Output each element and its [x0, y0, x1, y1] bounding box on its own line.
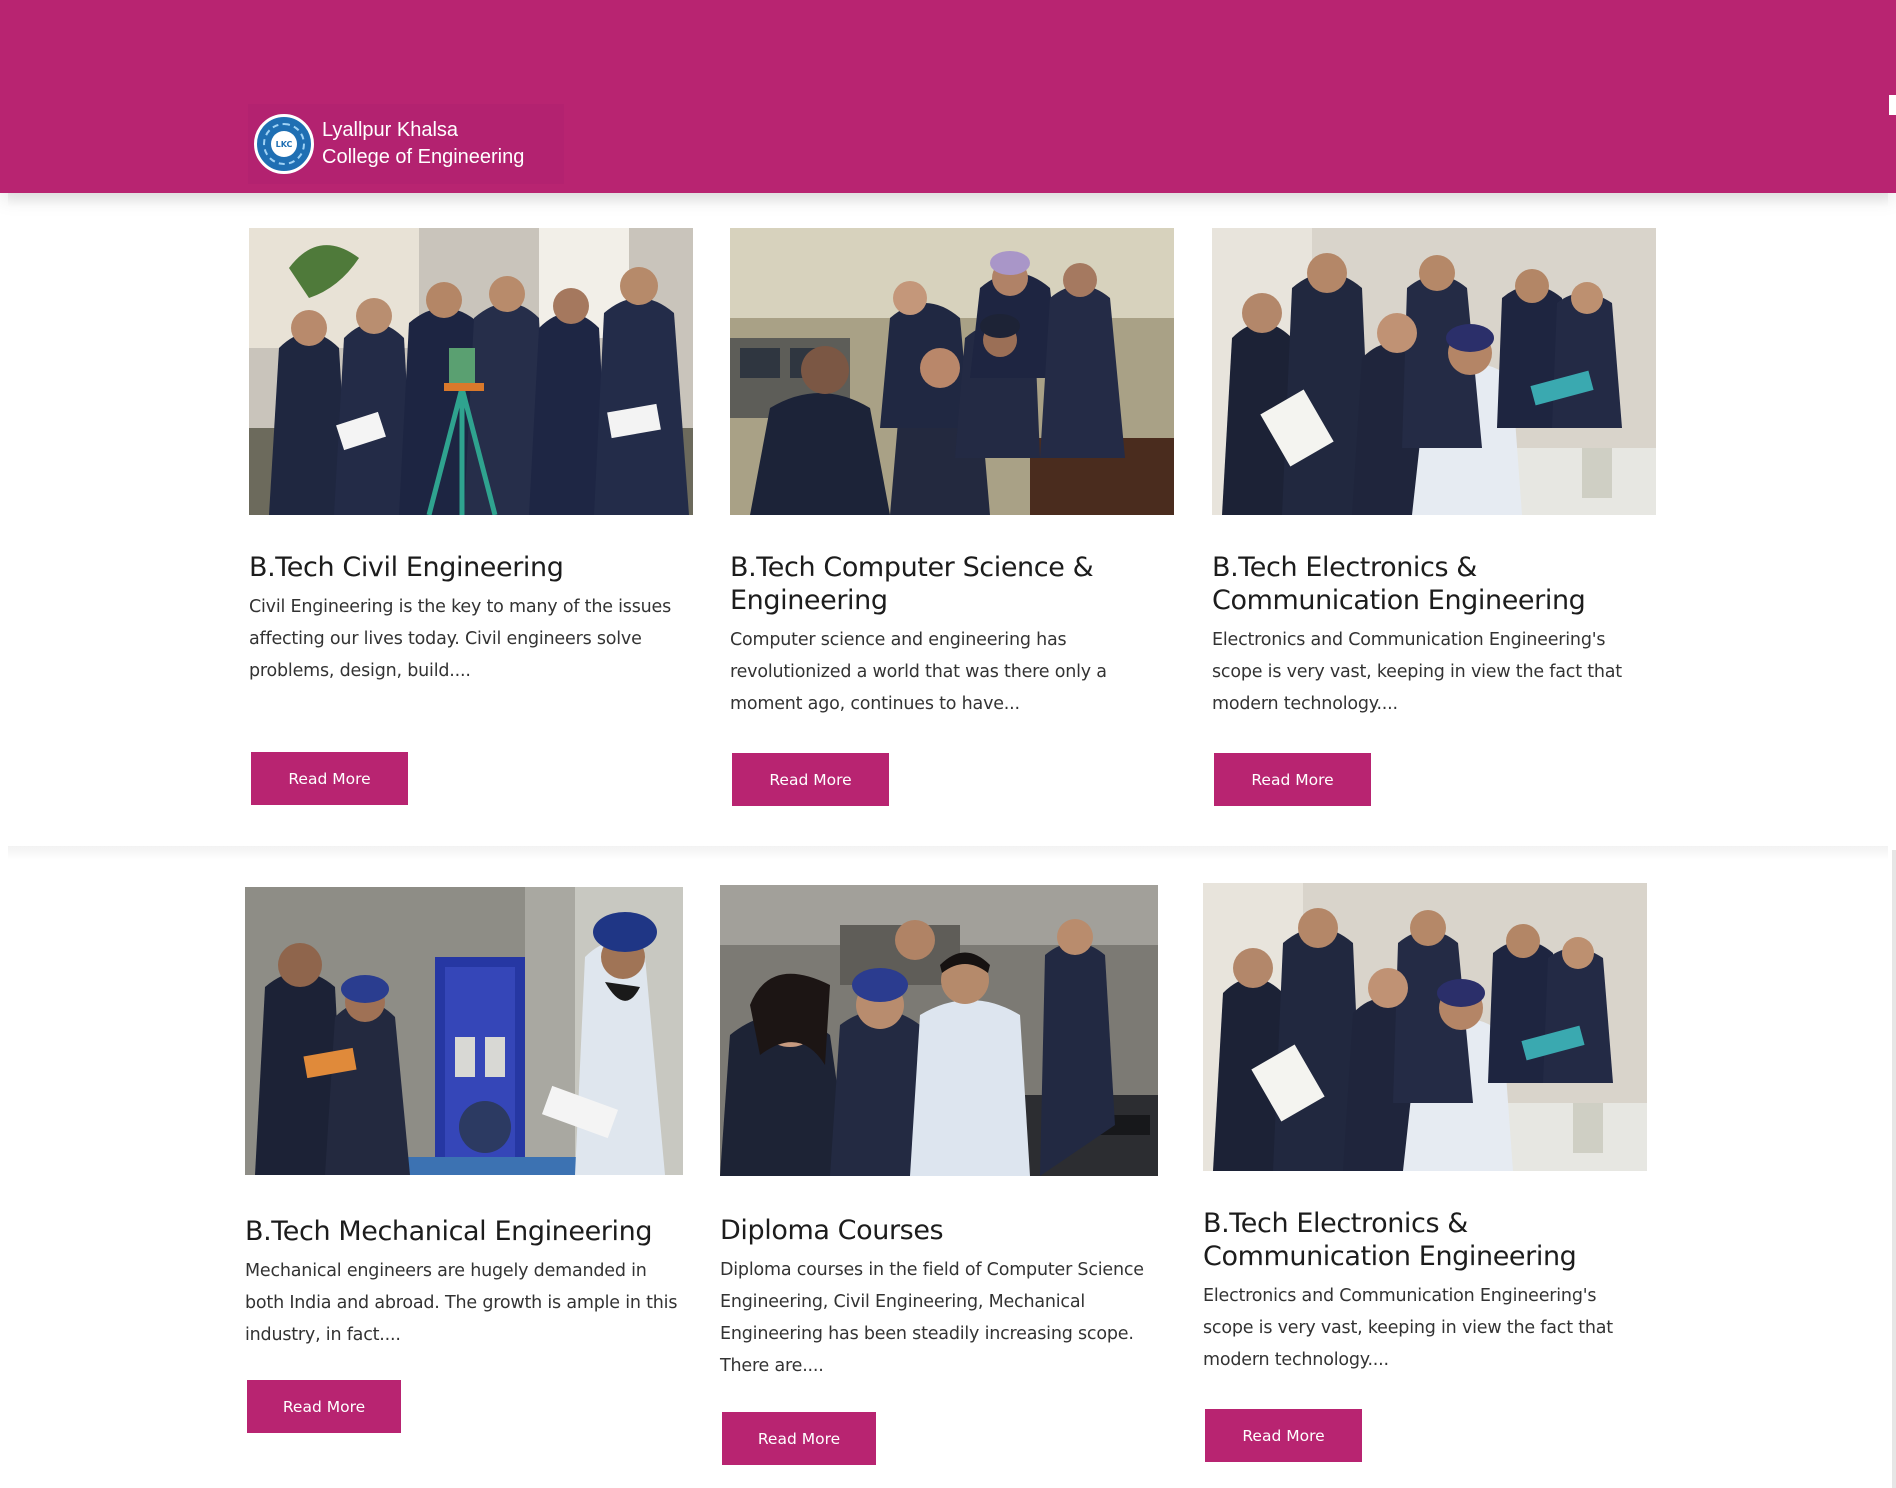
page: LKC Lyallpur Khalsa College of Engineeri…: [0, 0, 1896, 1488]
course-card: B.Tech Electronics & Communication Engin…: [1212, 228, 1656, 720]
read-more-button[interactable]: Read More: [251, 752, 408, 805]
course-description: Mechanical engineers are hugely demanded…: [245, 1261, 678, 1345]
read-more-button[interactable]: Read More: [1214, 753, 1371, 806]
course-photo[interactable]: [249, 228, 693, 515]
students-in-electronics-lab-image: [1212, 228, 1656, 515]
read-more-button[interactable]: Read More: [732, 753, 889, 806]
course-title: B.Tech Electronics & Communication Engin…: [1212, 552, 1586, 616]
students-with-surveying-instrument-image: [249, 228, 693, 515]
row-divider: [8, 193, 1888, 207]
course-card: Diploma Courses Diploma courses in the f…: [720, 885, 1158, 1382]
row-divider: [8, 846, 1888, 860]
read-more-button[interactable]: Read More: [247, 1380, 401, 1433]
students-in-electronics-lab-image: [1203, 883, 1647, 1171]
course-card: B.Tech Mechanical Engineering Mechanical…: [245, 887, 683, 1351]
course-photo[interactable]: [730, 228, 1174, 515]
header-edge-marker: [1889, 95, 1896, 115]
course-description: Civil Engineering is the key to many of …: [249, 597, 672, 681]
students-in-computer-lab-image: [730, 228, 1174, 515]
course-photo[interactable]: [245, 887, 683, 1175]
read-more-button[interactable]: Read More: [722, 1412, 876, 1465]
logo-text: Lyallpur Khalsa College of Engineering: [322, 117, 524, 171]
course-title: B.Tech Electronics & Communication Engin…: [1203, 1208, 1577, 1272]
course-description: Computer science and engineering has rev…: [730, 630, 1107, 714]
course-card: B.Tech Computer Science & Engineering Co…: [730, 228, 1174, 720]
course-photo[interactable]: [1212, 228, 1656, 515]
read-more-button[interactable]: Read More: [1205, 1409, 1362, 1462]
students-with-turbine-apparatus-image: [245, 887, 683, 1175]
course-card: B.Tech Civil Engineering Civil Engineeri…: [249, 228, 693, 687]
site-header: LKC Lyallpur Khalsa College of Engineeri…: [0, 0, 1896, 193]
scrollbar[interactable]: [1892, 850, 1896, 1488]
logo-line-2: College of Engineering: [322, 146, 525, 168]
course-photo[interactable]: [1203, 883, 1647, 1171]
college-emblem-icon: LKC: [254, 114, 314, 174]
course-title: B.Tech Civil Engineering: [249, 552, 564, 583]
course-description: Diploma courses in the field of Computer…: [720, 1260, 1144, 1376]
college-logo[interactable]: LKC Lyallpur Khalsa College of Engineeri…: [248, 104, 564, 184]
course-description: Electronics and Communication Engineerin…: [1212, 630, 1622, 714]
course-photo[interactable]: [720, 885, 1158, 1176]
course-title: B.Tech Mechanical Engineering: [245, 1216, 653, 1247]
course-description: Electronics and Communication Engineerin…: [1203, 1286, 1613, 1370]
students-at-computer-image: [720, 885, 1158, 1176]
course-title: Diploma Courses: [720, 1215, 944, 1246]
course-card: B.Tech Electronics & Communication Engin…: [1203, 883, 1647, 1376]
emblem-text: LKC: [271, 131, 297, 157]
course-title: B.Tech Computer Science & Engineering: [730, 552, 1094, 616]
logo-line-1: Lyallpur Khalsa: [322, 119, 459, 141]
